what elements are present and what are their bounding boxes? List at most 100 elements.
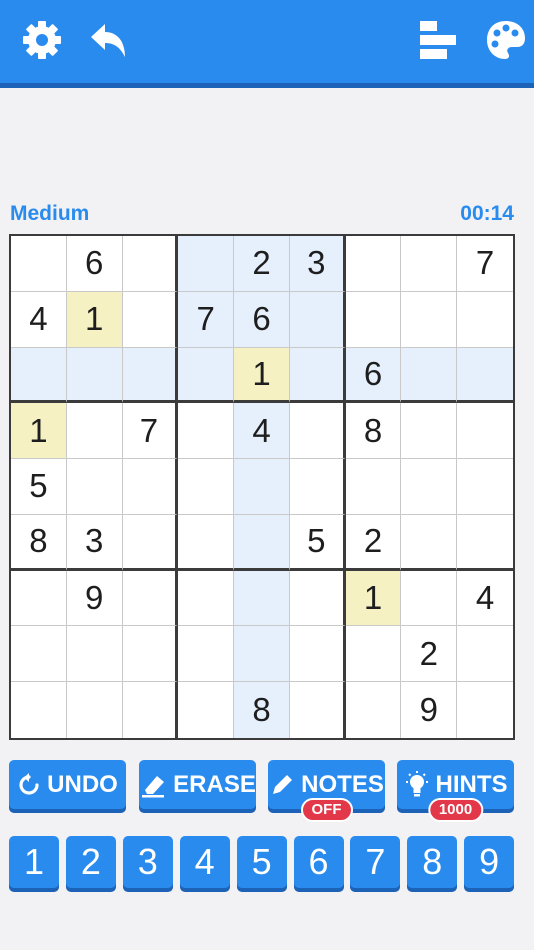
sudoku-cell[interactable]: 2	[401, 626, 458, 683]
sudoku-cell[interactable]: 8	[11, 514, 67, 571]
sudoku-cell[interactable]: 5	[289, 514, 346, 571]
sudoku-cell[interactable]	[457, 626, 513, 683]
sudoku-cell[interactable]	[66, 403, 123, 460]
sudoku-cell[interactable]	[289, 347, 346, 404]
sudoku-cell[interactable]	[234, 626, 290, 683]
number-button-5[interactable]: 5	[236, 836, 287, 888]
sudoku-cell[interactable]	[122, 682, 179, 738]
sudoku-cell[interactable]: 6	[234, 291, 290, 348]
sudoku-cell[interactable]	[178, 403, 235, 460]
number-button-1[interactable]: 1	[9, 836, 59, 888]
sudoku-cell[interactable]: 9	[66, 570, 123, 627]
sudoku-cell[interactable]	[11, 682, 67, 738]
sudoku-cell[interactable]	[122, 626, 179, 683]
sudoku-cell[interactable]: 4	[234, 403, 290, 460]
sudoku-cell[interactable]	[122, 347, 179, 404]
sudoku-cell[interactable]	[457, 291, 513, 348]
sudoku-cell[interactable]	[234, 570, 290, 627]
sudoku-cell[interactable]	[401, 514, 458, 571]
sudoku-cell[interactable]	[401, 459, 458, 515]
sudoku-cell[interactable]: 1	[345, 570, 402, 627]
sudoku-cell[interactable]	[345, 459, 402, 515]
number-button-7[interactable]: 7	[350, 836, 401, 888]
sudoku-cell[interactable]: 1	[11, 403, 67, 460]
notes-button[interactable]: NOTES OFF	[268, 760, 385, 822]
sudoku-cell[interactable]: 9	[401, 682, 458, 738]
sudoku-cell[interactable]	[289, 291, 346, 348]
sudoku-cell[interactable]	[11, 570, 67, 627]
sudoku-cell[interactable]	[66, 459, 123, 515]
sudoku-cell[interactable]: 4	[457, 570, 513, 627]
sudoku-cell[interactable]	[178, 236, 235, 292]
sudoku-cell[interactable]	[234, 459, 290, 515]
gear-icon[interactable]	[20, 18, 64, 62]
sudoku-cell[interactable]: 2	[345, 514, 402, 571]
sudoku-cell[interactable]	[66, 682, 123, 738]
sudoku-cell[interactable]	[289, 403, 346, 460]
number-button-2[interactable]: 2	[65, 836, 116, 888]
sudoku-cell[interactable]	[457, 403, 513, 460]
sudoku-cell[interactable]	[178, 570, 235, 627]
sudoku-cell[interactable]	[401, 291, 458, 348]
sudoku-cell[interactable]	[122, 236, 179, 292]
sudoku-cell[interactable]	[66, 626, 123, 683]
sudoku-cell[interactable]	[289, 459, 346, 515]
sudoku-cell[interactable]	[457, 459, 513, 515]
sudoku-cell[interactable]	[122, 291, 179, 348]
sudoku-cell[interactable]: 1	[66, 291, 123, 348]
palette-icon[interactable]	[484, 18, 528, 62]
sudoku-cell[interactable]	[457, 347, 513, 404]
sudoku-cell[interactable]	[178, 514, 235, 571]
sudoku-cell[interactable]	[122, 459, 179, 515]
sudoku-cell[interactable]: 1	[234, 347, 290, 404]
sudoku-cell[interactable]: 2	[234, 236, 290, 292]
sudoku-cell[interactable]	[345, 291, 402, 348]
sudoku-cell[interactable]	[401, 236, 458, 292]
sudoku-cell[interactable]: 7	[178, 291, 235, 348]
sudoku-cell[interactable]	[345, 682, 402, 738]
sudoku-cell[interactable]	[401, 347, 458, 404]
sudoku-cell[interactable]	[178, 347, 235, 404]
sudoku-cell[interactable]: 7	[457, 236, 513, 292]
sudoku-cell[interactable]	[11, 236, 67, 292]
stats-icon[interactable]	[416, 18, 460, 62]
top-bar	[0, 0, 534, 88]
number-button-6[interactable]: 6	[293, 836, 344, 888]
sudoku-cell[interactable]	[345, 626, 402, 683]
sudoku-cell[interactable]: 6	[66, 236, 123, 292]
sudoku-cell[interactable]: 6	[345, 347, 402, 404]
number-pad: 123456789	[9, 836, 515, 894]
sudoku-cell[interactable]	[401, 403, 458, 460]
sudoku-cell[interactable]	[289, 682, 346, 738]
sudoku-cell[interactable]	[11, 626, 67, 683]
sudoku-cell[interactable]: 3	[66, 514, 123, 571]
number-button-9[interactable]: 9	[464, 836, 515, 888]
sudoku-cell[interactable]	[457, 514, 513, 571]
number-button-8[interactable]: 8	[407, 836, 458, 888]
sudoku-cell[interactable]	[234, 514, 290, 571]
sudoku-cell[interactable]	[401, 570, 458, 627]
sudoku-cell[interactable]	[345, 236, 402, 292]
sudoku-cell[interactable]	[178, 626, 235, 683]
undo-button[interactable]: UNDO	[9, 760, 126, 809]
sudoku-cell[interactable]	[289, 626, 346, 683]
hints-button[interactable]: HINTS 1000	[397, 760, 514, 822]
sudoku-cell[interactable]	[178, 682, 235, 738]
sudoku-cell[interactable]	[11, 347, 67, 404]
sudoku-cell[interactable]	[122, 570, 179, 627]
sudoku-cell[interactable]: 8	[345, 403, 402, 460]
sudoku-cell[interactable]: 5	[11, 459, 67, 515]
sudoku-cell[interactable]	[457, 682, 513, 738]
sudoku-cell[interactable]: 8	[234, 682, 290, 738]
sudoku-cell[interactable]	[289, 570, 346, 627]
sudoku-cell[interactable]: 3	[289, 236, 346, 292]
sudoku-cell[interactable]	[122, 514, 179, 571]
sudoku-cell[interactable]: 4	[11, 291, 67, 348]
sudoku-cell[interactable]: 7	[122, 403, 179, 460]
back-arrow-icon[interactable]	[86, 18, 130, 62]
number-button-4[interactable]: 4	[179, 836, 230, 888]
number-button-3[interactable]: 3	[122, 836, 173, 888]
sudoku-cell[interactable]	[66, 347, 123, 404]
sudoku-cell[interactable]	[178, 459, 235, 515]
erase-button[interactable]: ERASE	[139, 760, 256, 809]
